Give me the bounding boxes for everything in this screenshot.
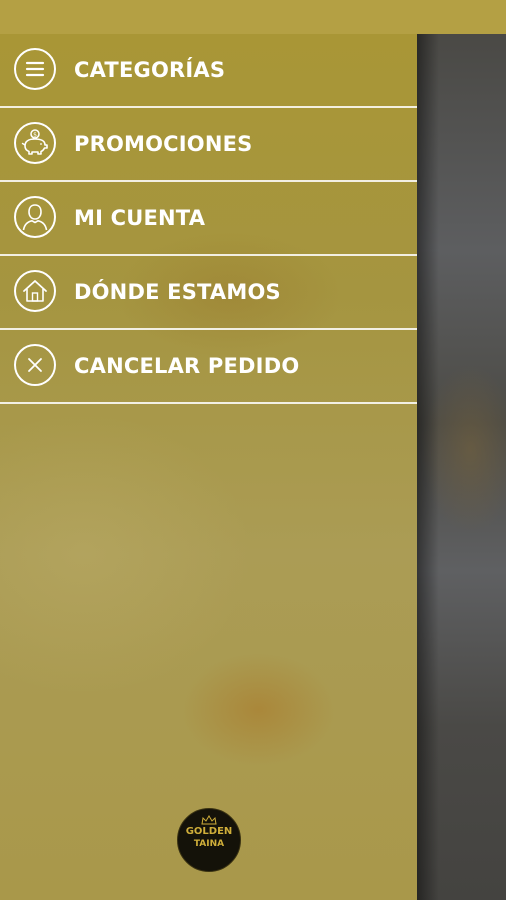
menu-item-label: CANCELAR PEDIDO [74,354,300,378]
piggy-bank-icon: $ [14,122,56,164]
menu-item-label: DÓNDE ESTAMOS [74,280,281,304]
menu-lines-icon [14,48,56,90]
home-icon [14,270,56,312]
user-icon [14,196,56,238]
menu-item-cancelar-pedido[interactable]: CANCELAR PEDIDO [0,330,417,404]
menu-item-categorias[interactable]: CATEGORÍAS [0,34,417,108]
status-bar [0,0,506,34]
menu-item-label: PROMOCIONES [74,132,253,156]
menu-item-donde-estamos[interactable]: DÓNDE ESTAMOS [0,256,417,330]
crown-icon [201,815,217,825]
logo-text: TAINA [193,839,225,849]
drawer-shadow [417,34,439,900]
logo-text: GOLDEN [185,826,233,837]
menu-item-promociones[interactable]: $ PROMOCIONES [0,108,417,182]
svg-text:$: $ [33,132,37,139]
menu-item-mi-cuenta[interactable]: MI CUENTA [0,182,417,256]
menu-item-label: MI CUENTA [74,206,206,230]
menu-item-label: CATEGORÍAS [74,58,226,82]
navigation-drawer: CATEGORÍAS $ PROMOCIONES MI CUENTA DÓNDE… [0,34,417,900]
brand-logo: GOLDEN TAINA [177,808,241,872]
screen: CATEGORÍAS $ PROMOCIONES MI CUENTA DÓNDE… [0,0,506,900]
close-icon [14,344,56,386]
